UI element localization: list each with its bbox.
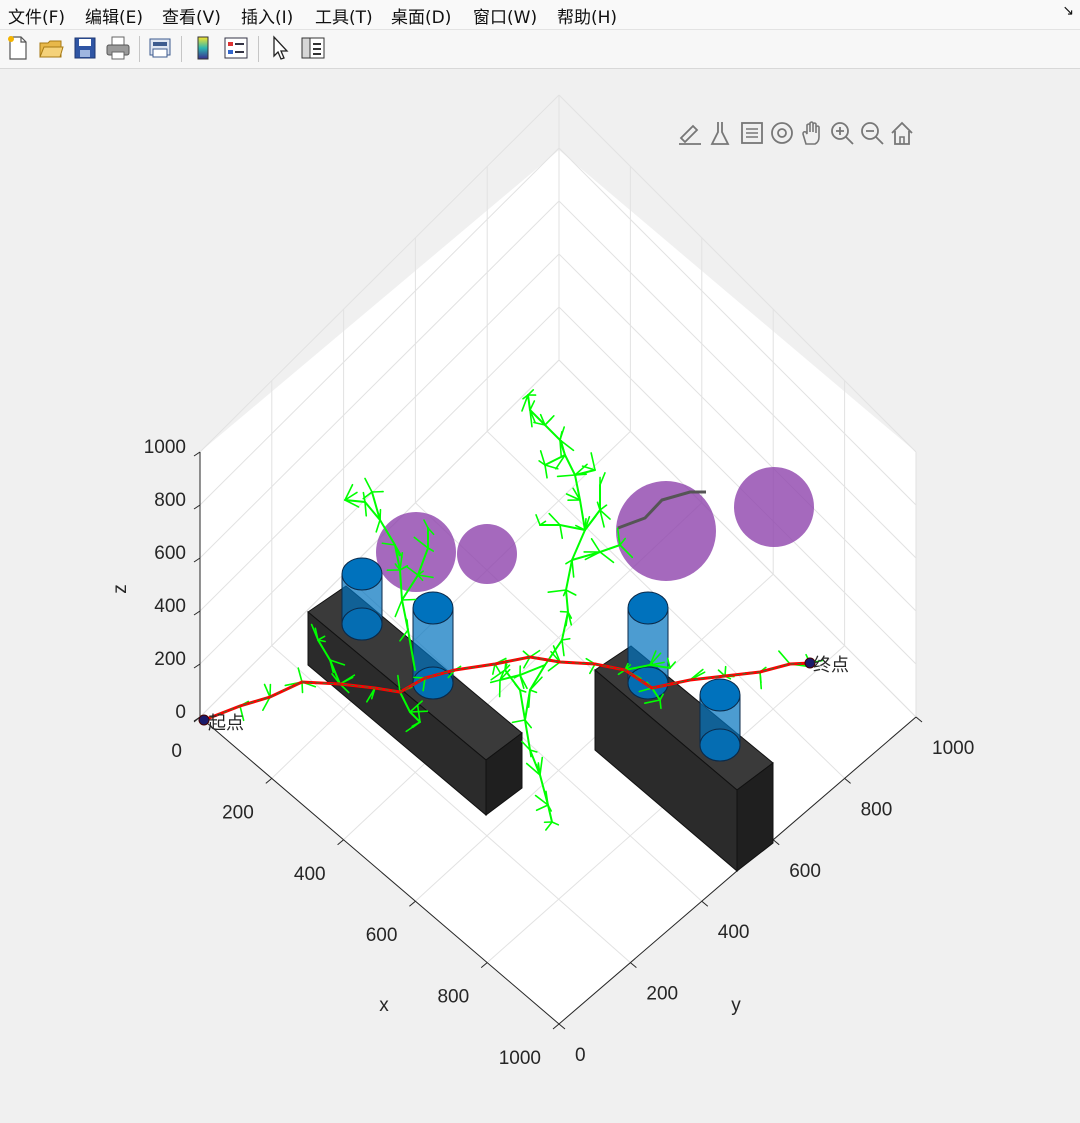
figure-toolbar [0,30,1080,69]
y-tick-label: 800 [861,799,893,820]
menu-item-6[interactable]: 窗口(W) [473,3,537,28]
data-cursor-icon[interactable] [710,122,730,145]
z-tick-label: 1000 [144,437,186,458]
dock-arrow-icon[interactable]: ↘ [1062,3,1074,19]
home-icon[interactable] [891,121,913,145]
x-tick-label: 1000 [499,1048,541,1069]
pan-hand-icon[interactable] [802,121,820,145]
z-tick-label: 600 [154,543,186,564]
zoom-out-icon[interactable] [861,122,884,145]
x-tick-label: 600 [366,925,398,946]
toolbar-separator [181,36,182,62]
zoom-in-icon[interactable] [831,122,854,145]
menu-item-1[interactable]: 编辑(E) [85,3,143,28]
z-tick-label: 200 [154,649,186,670]
x-tick-label: 200 [222,802,254,823]
menu-item-4[interactable]: 工具(T) [315,3,373,28]
cylinder-obstacle [699,678,741,762]
print-icon[interactable] [104,34,132,62]
menu-item-5[interactable]: 桌面(D) [391,3,451,28]
brush-edit-icon[interactable] [679,124,701,145]
x-tick-label: 400 [294,864,326,885]
cylinder-obstacle [341,557,383,641]
z-tick-label: 0 [175,702,186,723]
pointer-arrow-icon[interactable] [266,34,294,62]
y-tick-label: 600 [789,861,821,882]
menu-bar: 文件(F) 编辑(E) 查看(V) 插入(I) 工具(T) 桌面(D) 窗口(W) 帮助(H) [0,0,1080,30]
plot-3d-axes[interactable]: 0 200 400 600 800 1000 0 200 400 600 800 1000 0 200 40… [0,69,1080,1119]
sphere-obstacle [616,481,716,581]
x-tick-label: 800 [437,987,469,1008]
menu-item-7[interactable]: 帮助(H) [557,3,617,28]
z-tick-label: 400 [154,596,186,617]
menu-item-3[interactable]: 插入(I) [241,3,293,28]
open-folder-icon[interactable] [37,34,65,62]
start-label: 起点 [208,713,244,734]
axes-toolbar [679,121,913,145]
sphere-obstacle [734,467,814,547]
x-tick-label: 0 [171,741,182,762]
menu-item-0[interactable]: 文件(F) [8,3,65,28]
y-tick-label: 200 [646,984,678,1005]
sphere-obstacle [376,512,456,592]
y-tick-label: 0 [575,1045,586,1066]
property-inspector-icon[interactable] [299,34,327,62]
z-tick-label: 800 [154,490,186,511]
z-axis-label: z [110,584,131,594]
y-axis-label: y [731,995,741,1016]
sphere-obstacle [457,524,517,584]
toolbar-separator [258,36,259,62]
save-icon[interactable] [71,34,99,62]
y-tick-label: 1000 [932,738,974,759]
y-tick-label: 400 [718,922,750,943]
legend-toggle-icon[interactable] [741,122,763,144]
new-file-icon[interactable] [4,34,32,62]
end-label: 终点 [813,655,849,676]
toolbar-separator [139,36,140,62]
menu-item-2[interactable]: 查看(V) [162,3,221,28]
x-axis-label: x [379,995,389,1016]
legend-icon[interactable] [222,34,250,62]
rotate-3d-icon[interactable] [771,122,793,144]
print-preview-icon[interactable] [146,34,174,62]
colorbar-icon[interactable] [189,34,217,62]
